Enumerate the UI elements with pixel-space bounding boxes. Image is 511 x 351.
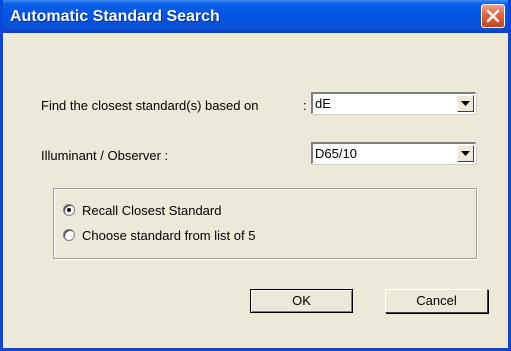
closest-basis-value: dE [315,96,331,111]
recall-closest-radio[interactable] [63,204,75,216]
dialog-window: Automatic Standard Search Find the close… [0,0,511,351]
illuminant-select[interactable]: D65/10 [311,142,476,164]
closest-basis-dropdown-button[interactable] [457,95,474,112]
choose-from-list-label: Choose standard from list of 5 [82,228,256,243]
radio-selected-dot [67,208,71,212]
title-bar[interactable]: Automatic Standard Search [3,0,508,33]
window-title: Automatic Standard Search [10,8,220,25]
illuminant-dropdown-button[interactable] [457,145,474,162]
chevron-down-icon [461,151,470,156]
chevron-down-icon [461,101,470,106]
illuminant-value: D65/10 [315,146,357,161]
cancel-button[interactable]: Cancel [385,289,488,313]
close-button[interactable] [481,4,505,28]
closest-label: Find the closest standard(s) based on [41,98,259,113]
closest-basis-select[interactable]: dE [311,92,476,114]
close-icon [486,9,500,23]
choose-from-list-radio[interactable] [63,229,75,241]
closest-colon: : [303,98,307,113]
search-mode-group: Recall Closest Standard Choose standard … [53,188,477,259]
recall-closest-label: Recall Closest Standard [82,203,222,218]
illuminant-label: Illuminant / Observer : [41,148,169,163]
ok-button[interactable]: OK [250,289,353,313]
